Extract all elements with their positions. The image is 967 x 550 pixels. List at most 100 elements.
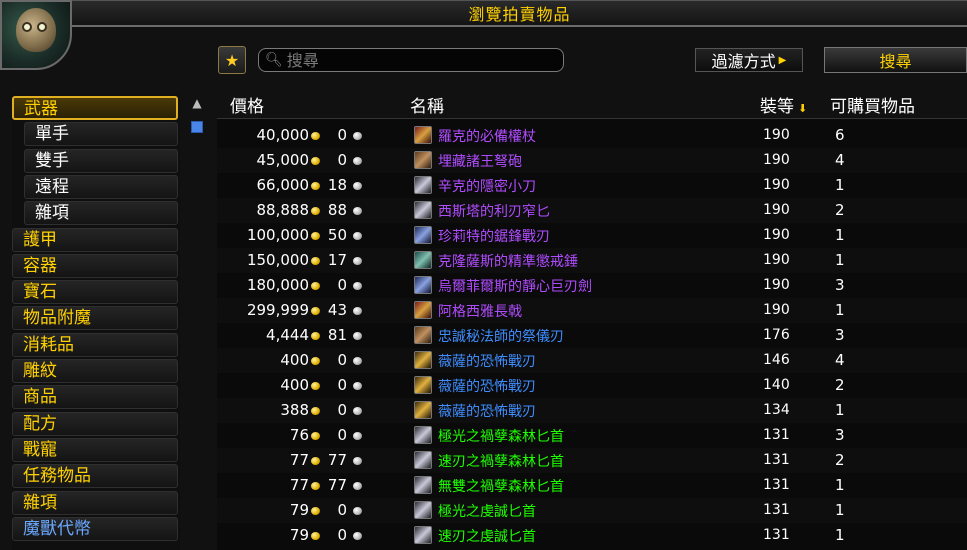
price-silver: 18 bbox=[327, 176, 347, 194]
category-item[interactable]: 配方 bbox=[12, 411, 178, 436]
category-item[interactable]: 遠程 bbox=[24, 174, 178, 199]
item-name[interactable]: 西斯塔的利刃窄匕 bbox=[438, 201, 550, 221]
category-item[interactable]: 雜項 bbox=[24, 201, 178, 226]
silver-coin-icon bbox=[353, 232, 362, 240]
polearm-icon bbox=[414, 301, 432, 319]
price-silver: 0 bbox=[337, 501, 347, 519]
available-quantity: 6 bbox=[835, 126, 845, 144]
item-name[interactable]: 薇薩的恐怖戰刃 bbox=[438, 401, 536, 421]
auction-row[interactable]: 40,000 0 羅克的必備權杖 190 6 bbox=[217, 123, 967, 148]
category-item[interactable]: 寶石 bbox=[12, 280, 178, 305]
item-name[interactable]: 埋藏諸王弩砲 bbox=[438, 151, 522, 171]
auction-row[interactable]: 299,999 43 阿格西雅長戟 190 1 bbox=[217, 298, 967, 323]
gold-coin-icon bbox=[311, 307, 320, 315]
column-header-name[interactable]: 名稱 bbox=[410, 92, 444, 117]
filter-button[interactable]: 過濾方式 ▶ bbox=[695, 48, 803, 72]
price-gold: 150,000 bbox=[246, 251, 309, 269]
item-name[interactable]: 珍莉特的鋸鋒戰刃 bbox=[438, 226, 550, 246]
auction-row[interactable]: 77 77 無雙之禍孽森林匕首 131 1 bbox=[217, 473, 967, 498]
category-item[interactable]: 雕紋 bbox=[12, 359, 178, 383]
dagger-icon bbox=[414, 201, 432, 219]
auction-row[interactable]: 79 0 極光之虔誠匕首 131 1 bbox=[217, 498, 967, 523]
auction-row[interactable]: 388 0 薇薩的恐怖戰刃 134 1 bbox=[217, 398, 967, 423]
silver-coin-icon bbox=[353, 482, 362, 490]
search-box[interactable]: 🔍︎ bbox=[258, 48, 564, 72]
auction-row[interactable]: 76 0 極光之禍孽森林匕首 131 3 bbox=[217, 423, 967, 448]
item-name[interactable]: 忠誠秘法師的祭儀刃 bbox=[438, 326, 564, 346]
search-input[interactable] bbox=[286, 50, 557, 70]
auction-row[interactable]: 150,000 17 克隆薩斯的精準懲戒錘 190 1 bbox=[217, 248, 967, 273]
item-level: 190 bbox=[763, 252, 790, 268]
auction-row[interactable]: 88,888 88 西斯塔的利刃窄匕 190 2 bbox=[217, 198, 967, 223]
column-header-qty[interactable]: 可購買物品 bbox=[830, 92, 915, 117]
item-level: 131 bbox=[763, 527, 790, 543]
item-level: 131 bbox=[763, 452, 790, 468]
price-silver: 81 bbox=[327, 326, 347, 344]
category-item[interactable]: 物品附魔 bbox=[12, 306, 178, 331]
category-item[interactable]: 任務物品 bbox=[12, 464, 178, 489]
gold-coin-icon bbox=[311, 332, 320, 340]
favorites-button[interactable]: ★ bbox=[218, 46, 246, 74]
gold-coin-icon bbox=[311, 432, 320, 440]
price-gold: 180,000 bbox=[246, 276, 309, 294]
item-name[interactable]: 薇薩的恐怖戰刃 bbox=[438, 376, 536, 396]
item-name[interactable]: 羅克的必備權杖 bbox=[438, 126, 536, 146]
item-name[interactable]: 阿格西雅長戟 bbox=[438, 301, 522, 321]
category-item[interactable]: 消耗品 bbox=[12, 332, 178, 357]
item-name[interactable]: 極光之虔誠匕首 bbox=[438, 501, 536, 521]
window-title: 瀏覽拍賣物品 bbox=[468, 5, 571, 24]
item-name[interactable]: 克隆薩斯的精準懲戒錘 bbox=[438, 251, 578, 271]
silver-coin-icon bbox=[353, 157, 362, 165]
auction-row[interactable]: 45,000 0 埋藏諸王弩砲 190 4 bbox=[217, 148, 967, 173]
silver-coin-icon bbox=[353, 182, 362, 190]
item-name[interactable]: 速刃之禍孽森林匕首 bbox=[438, 451, 564, 471]
scrollbar-thumb[interactable] bbox=[191, 121, 203, 133]
category-item[interactable]: 商品 bbox=[12, 385, 178, 410]
column-header-ilvl[interactable]: 裝等 ⬇ bbox=[760, 92, 807, 117]
price-gold: 299,999 bbox=[246, 301, 309, 319]
sword-icon bbox=[414, 226, 432, 244]
gold-coin-icon bbox=[311, 132, 320, 140]
price-gold: 4,444 bbox=[266, 326, 309, 344]
price-silver: 43 bbox=[327, 301, 347, 319]
scroll-up-icon[interactable]: ▲ bbox=[188, 96, 206, 110]
auction-row[interactable]: 180,000 0 烏爾菲爾斯的靜心巨刃劍 190 3 bbox=[217, 273, 967, 298]
auction-row[interactable]: 79 0 速刃之虔誠匕首 131 1 bbox=[217, 523, 967, 548]
category-item[interactable]: 單手 bbox=[24, 122, 178, 147]
item-name[interactable]: 辛克的隱密小刀 bbox=[438, 176, 536, 196]
category-item[interactable]: 容器 bbox=[12, 253, 178, 278]
dagger-icon bbox=[414, 526, 432, 544]
auction-row[interactable]: 77 77 速刃之禍孽森林匕首 131 2 bbox=[217, 448, 967, 473]
available-quantity: 1 bbox=[835, 401, 845, 419]
item-name[interactable]: 速刃之虔誠匕首 bbox=[438, 526, 536, 546]
warblade-icon bbox=[414, 401, 432, 419]
auction-row[interactable]: 66,000 18 辛克的隱密小刀 190 1 bbox=[217, 173, 967, 198]
dagger-icon bbox=[414, 501, 432, 519]
gold-coin-icon bbox=[311, 157, 320, 165]
category-item[interactable]: 護甲 bbox=[12, 227, 178, 252]
item-name[interactable]: 極光之禍孽森林匕首 bbox=[438, 426, 564, 446]
category-item[interactable]: 武器 bbox=[12, 96, 178, 120]
search-button[interactable]: 搜尋 bbox=[824, 47, 967, 73]
auction-row[interactable]: 400 0 薇薩的恐怖戰刃 140 2 bbox=[217, 373, 967, 398]
gold-coin-icon bbox=[311, 457, 320, 465]
item-name[interactable]: 烏爾菲爾斯的靜心巨刃劍 bbox=[438, 276, 592, 296]
item-name[interactable]: 無雙之禍孽森林匕首 bbox=[438, 476, 564, 496]
category-item[interactable]: 戰寵 bbox=[12, 437, 178, 462]
price-gold: 45,000 bbox=[256, 151, 310, 169]
category-item[interactable]: 雜項 bbox=[12, 490, 178, 515]
column-header-price[interactable]: 價格 bbox=[230, 92, 264, 117]
gold-coin-icon bbox=[311, 532, 320, 540]
auction-row[interactable]: 100,000 50 珍莉特的鋸鋒戰刃 190 1 bbox=[217, 223, 967, 248]
auction-row[interactable]: 4,444 81 忠誠秘法師的祭儀刃 176 3 bbox=[217, 323, 967, 348]
greatsword-icon bbox=[414, 276, 432, 294]
auction-row[interactable]: 400 0 薇薩的恐怖戰刃 146 4 bbox=[217, 348, 967, 373]
category-item[interactable]: 雙手 bbox=[24, 148, 178, 173]
silver-coin-icon bbox=[353, 132, 362, 140]
item-name[interactable]: 薇薩的恐怖戰刃 bbox=[438, 351, 536, 371]
ritual-blade-icon bbox=[414, 326, 432, 344]
dagger-icon bbox=[414, 426, 432, 444]
dagger-icon bbox=[414, 451, 432, 469]
silver-coin-icon bbox=[353, 507, 362, 515]
category-item[interactable]: 魔獸代幣 bbox=[12, 516, 178, 541]
